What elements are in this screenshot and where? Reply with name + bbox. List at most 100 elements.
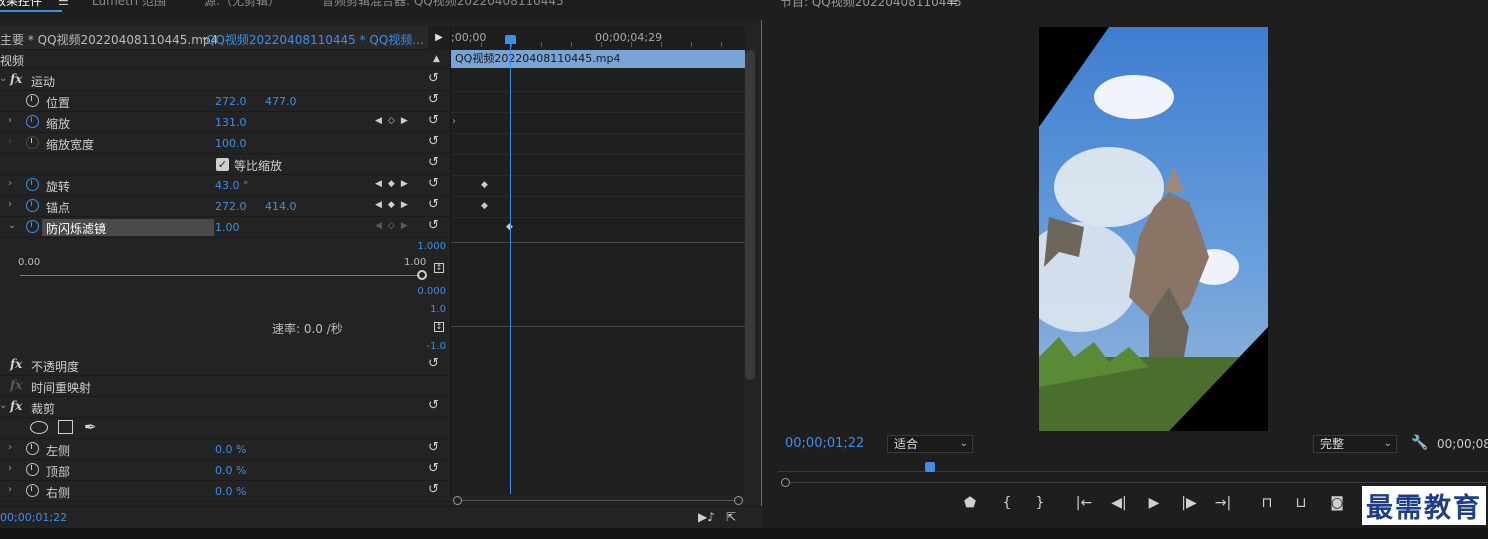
- stopwatch-icon[interactable]: [26, 463, 39, 476]
- stopwatch-icon[interactable]: [26, 484, 39, 497]
- reset-icon[interactable]: ↺: [428, 197, 439, 212]
- graph-toggle-icon[interactable]: ↕: [434, 263, 444, 273]
- chevron-right-icon[interactable]: ›: [8, 199, 12, 210]
- value-slider-track[interactable]: [20, 275, 420, 276]
- add-marker-icon[interactable]: ⬟: [959, 495, 981, 511]
- reset-icon[interactable]: ↺: [428, 92, 439, 107]
- stopwatch-icon[interactable]: [26, 94, 39, 107]
- program-monitor-title[interactable]: 节目: QQ视频20220408110445: [780, 0, 962, 10]
- tab-audio-clip-mixer[interactable]: 音频剪辑混合器: QQ视频20220408110445: [322, 0, 564, 9]
- export-frame-icon[interactable]: ⇱: [726, 510, 736, 524]
- keyframe-nav-icon[interactable]: ◀◆▶: [375, 200, 414, 210]
- effect-row-opacity[interactable]: fx 不透明度 ↺: [0, 355, 450, 376]
- chevron-right-icon[interactable]: ›: [8, 442, 12, 453]
- reset-icon[interactable]: ↺: [428, 461, 439, 476]
- program-timecode[interactable]: 00;00;01;22: [785, 436, 864, 451]
- chevron-right-icon[interactable]: ›: [8, 484, 12, 495]
- step-forward-icon[interactable]: |▶: [1178, 495, 1200, 511]
- crop-left-value[interactable]: 0.0 %: [215, 443, 246, 456]
- program-playhead[interactable]: [925, 462, 935, 472]
- wrench-icon[interactable]: 🔧: [1411, 435, 1428, 451]
- stopwatch-icon[interactable]: [26, 199, 39, 212]
- rectangle-mask-icon[interactable]: [58, 420, 73, 434]
- camera-icon[interactable]: ◙: [1326, 495, 1348, 511]
- tab-source[interactable]: 源:（无剪辑）: [204, 0, 280, 9]
- sequence-clip-label[interactable]: QQ视频20220408110445 * QQ视频...: [206, 31, 424, 48]
- mark-in-icon[interactable]: {: [996, 495, 1018, 511]
- anchor-y-value[interactable]: 414.0: [265, 200, 297, 213]
- playback-quality-dropdown[interactable]: 完整 ⌄: [1313, 435, 1397, 453]
- rotation-value[interactable]: 43.0 °: [215, 179, 249, 192]
- stopwatch-icon[interactable]: [26, 220, 39, 233]
- horizontal-scrollbar[interactable]: [453, 496, 743, 505]
- collapse-up-icon[interactable]: ▲: [433, 54, 440, 64]
- chevron-right-icon[interactable]: ›: [8, 115, 12, 126]
- program-video-frame[interactable]: [1039, 27, 1268, 431]
- fx-icon[interactable]: fx: [10, 72, 22, 86]
- anti-flicker-value[interactable]: 1.00: [215, 221, 240, 234]
- master-clip-label[interactable]: 主要 * QQ视频20220408110445.mp4: [0, 31, 218, 48]
- graph-toggle-icon[interactable]: ↕: [434, 322, 444, 332]
- crop-top-value[interactable]: 0.0 %: [215, 464, 246, 477]
- reset-icon[interactable]: ↺: [428, 71, 439, 86]
- chevron-down-icon[interactable]: ⌄: [0, 73, 7, 84]
- pen-mask-icon[interactable]: ✒: [84, 418, 97, 436]
- step-back-icon[interactable]: ◀|: [1108, 495, 1130, 511]
- panel-menu-icon[interactable]: ☰: [58, 0, 69, 8]
- keyframe-nav-icon[interactable]: ◀◆▶: [375, 179, 414, 189]
- position-x-value[interactable]: 272.0: [215, 95, 247, 108]
- stopwatch-icon[interactable]: [26, 442, 39, 455]
- time-ruler[interactable]: ;00;00 00;00;04;29: [451, 26, 745, 48]
- value-slider-handle[interactable]: [417, 270, 427, 280]
- chevron-down-icon[interactable]: ⌄: [8, 220, 16, 231]
- zoom-level-dropdown[interactable]: 适合 ⌄: [887, 435, 973, 453]
- reset-icon[interactable]: ↺: [428, 482, 439, 497]
- chevron-right-icon: ›: [8, 136, 12, 147]
- stopwatch-icon[interactable]: [26, 115, 39, 128]
- reset-icon[interactable]: ↺: [428, 134, 439, 149]
- reset-icon[interactable]: ↺: [428, 356, 439, 371]
- panel-menu-icon[interactable]: ≡: [948, 0, 958, 8]
- fx-icon[interactable]: fx: [10, 357, 22, 371]
- vertical-scrollbar[interactable]: [745, 50, 755, 380]
- keyframe-icon[interactable]: ◆: [481, 201, 488, 211]
- keyframe-nav-icon[interactable]: ◀◇▶: [375, 221, 414, 231]
- stopwatch-icon[interactable]: [26, 178, 39, 191]
- reset-icon[interactable]: ↺: [428, 113, 439, 128]
- lift-icon[interactable]: ⊓: [1256, 495, 1278, 511]
- go-to-out-icon[interactable]: →|: [1212, 495, 1234, 511]
- play-clip-button[interactable]: ▶: [428, 26, 450, 50]
- effect-controls-timeline[interactable]: ;00;00 00;00;04;29 QQ视频20220408110445.mp…: [450, 26, 745, 496]
- effect-row-motion[interactable]: ⌄ fx 运动 ↺: [0, 70, 450, 91]
- mark-out-icon[interactable]: }: [1029, 495, 1051, 511]
- scale-value[interactable]: 131.0: [215, 116, 247, 129]
- reset-icon[interactable]: ↺: [428, 218, 439, 233]
- crop-right-value[interactable]: 0.0 %: [215, 485, 246, 498]
- reset-icon[interactable]: ↺: [428, 176, 439, 191]
- anchor-x-value[interactable]: 272.0: [215, 200, 247, 213]
- tab-lumetri-scopes[interactable]: Lumetri 范围: [92, 0, 166, 9]
- chevron-down-icon[interactable]: ⌄: [0, 400, 7, 411]
- position-y-value[interactable]: 477.0: [265, 95, 297, 108]
- audio-play-icon[interactable]: ▶♪: [698, 510, 715, 524]
- anti-flicker-graph-area: 1.000 0.00 1.00 ↕ 0.000 1.0 速率: 0.0 /秒 ↕…: [0, 238, 450, 354]
- keyframe-nav-icon[interactable]: ◀◇▶: [375, 116, 414, 126]
- uniform-scale-checkbox[interactable]: ✓: [216, 158, 229, 171]
- ellipse-mask-icon[interactable]: [30, 421, 48, 434]
- fx-icon[interactable]: fx: [10, 399, 22, 413]
- keyframe-icon[interactable]: ◆: [481, 180, 488, 190]
- reset-icon[interactable]: ↺: [428, 440, 439, 455]
- chevron-right-icon[interactable]: ›: [8, 463, 12, 474]
- clip-bar[interactable]: QQ视频20220408110445.mp4: [451, 50, 745, 68]
- chevron-right-icon[interactable]: ›: [8, 178, 12, 189]
- reset-icon[interactable]: ↺: [428, 398, 439, 413]
- effect-row-crop[interactable]: ⌄ fx 裁剪 ↺: [0, 397, 450, 418]
- play-icon[interactable]: ▶: [1143, 495, 1165, 511]
- extract-icon[interactable]: ⊔: [1290, 495, 1312, 511]
- go-to-in-icon[interactable]: |←: [1073, 495, 1095, 511]
- current-time-display[interactable]: 00;00;01;22: [0, 511, 67, 524]
- program-time-ruler[interactable]: [778, 462, 1488, 476]
- effect-row-time-remap[interactable]: fx 时间重映射: [0, 376, 450, 397]
- tab-effect-controls[interactable]: 效果控件: [0, 0, 42, 9]
- reset-icon[interactable]: ↺: [428, 155, 439, 170]
